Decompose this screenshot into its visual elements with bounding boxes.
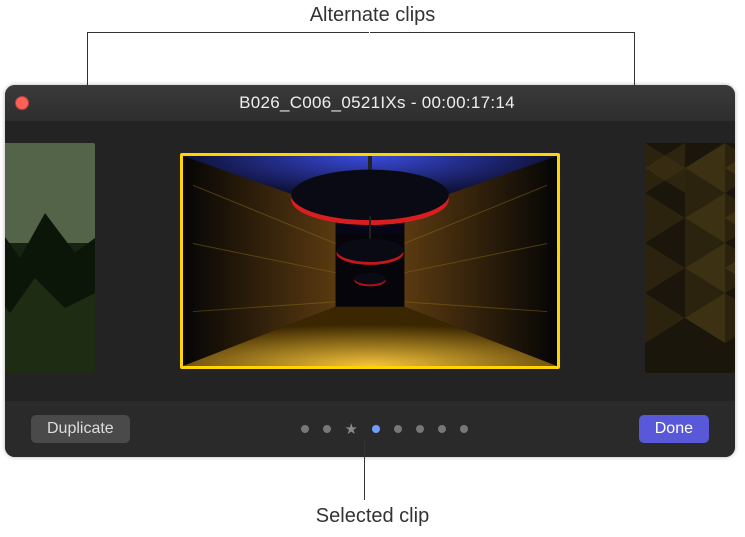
callout-alternate: Alternate clips [310,4,436,27]
alternate-clip-right[interactable] [645,143,735,373]
callout-line [364,440,365,500]
pager-dot[interactable] [438,425,446,433]
titlebar: B026_C006_0521IXs - 00:00:17:14 [5,85,735,121]
callout-selected: Selected clip [316,505,429,528]
pager: ★ [301,422,468,437]
pager-dot[interactable] [460,425,468,433]
selected-clip[interactable] [180,153,560,369]
window-title: B026_C006_0521IXs - 00:00:17:14 [29,93,725,113]
pager-dot[interactable] [301,425,309,433]
pager-dot[interactable] [323,425,331,433]
alternate-clip-left[interactable] [5,143,95,373]
pager-star-icon[interactable]: ★ [345,422,358,437]
callout-line [87,32,369,88]
done-button[interactable]: Done [639,415,709,443]
clip-area [5,121,735,401]
duplicate-button[interactable]: Duplicate [31,415,130,443]
pager-dot[interactable] [416,425,424,433]
audition-panel: B026_C006_0521IXs - 00:00:17:14 [5,85,735,457]
close-icon[interactable] [15,96,29,110]
pager-dot[interactable] [394,425,402,433]
bottom-row: Duplicate ★ Done [5,401,735,457]
callout-line [370,32,635,88]
pager-dot[interactable] [372,425,380,433]
